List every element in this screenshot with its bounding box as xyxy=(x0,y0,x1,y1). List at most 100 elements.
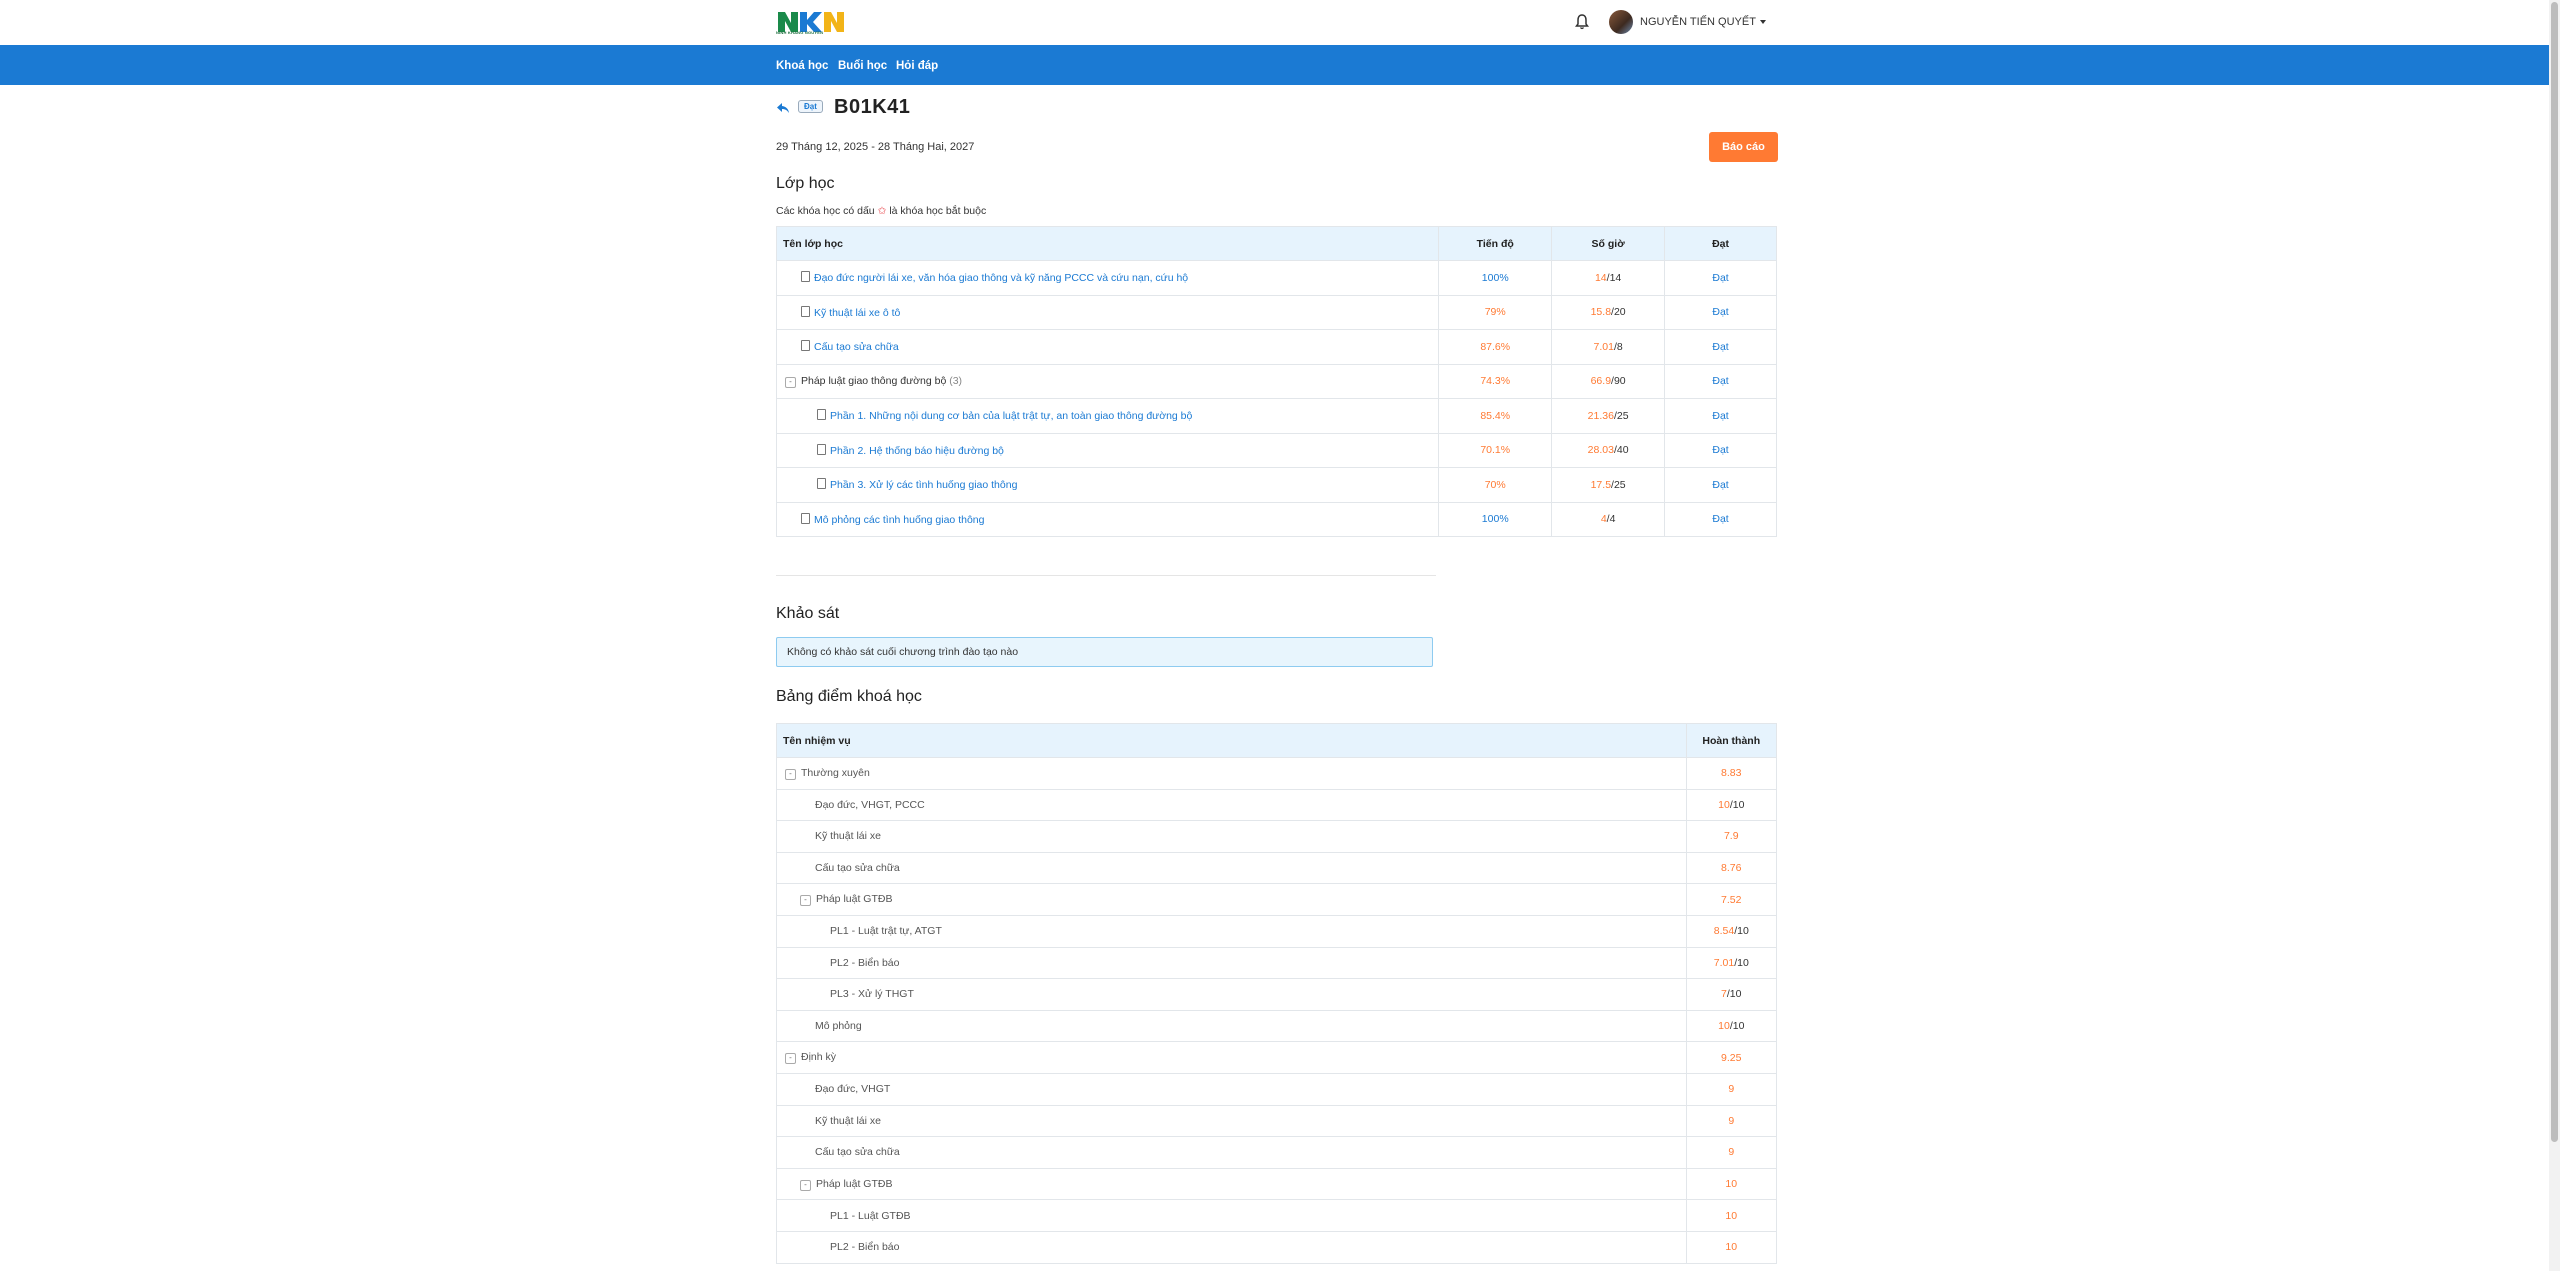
page-scrollbar[interactable] xyxy=(2549,0,2560,1271)
task-name-cell: PL1 - Luật GTĐB xyxy=(776,1199,1687,1232)
task-name: PL3 - Xử lý THGT xyxy=(830,988,914,1001)
main-nav: Khoá học Buổi học Hỏi đáp xyxy=(0,45,2560,85)
hours-done: 21.36 xyxy=(1587,409,1614,422)
class-link[interactable]: Mô phỏng các tình huống giao thông xyxy=(814,514,984,526)
score-max: /10 xyxy=(1734,956,1749,969)
score-value: 10 xyxy=(1725,1241,1738,1254)
section-divider xyxy=(776,575,1436,576)
back-arrow-icon[interactable] xyxy=(776,102,790,114)
class-group-name[interactable]: Pháp luật giao thông đường bộ xyxy=(801,375,946,387)
hours-total: /4 xyxy=(1606,513,1616,526)
table-row: - Pháp luật giao thông đường bộ (3) 74.3% 6… xyxy=(775,363,1777,399)
table-row: Phần 1. Những nội dung cơ bản của luật t… xyxy=(775,398,1777,434)
hours-cell: 21.36/25 xyxy=(1551,398,1666,434)
class-link[interactable]: Phần 2. Hệ thống báo hiệu đường bộ xyxy=(830,445,1004,457)
table-row: Kỹ thuật lái xe ô tô 79% 15.8/20 Đạt xyxy=(775,294,1777,330)
class-link[interactable]: Đạo đức người lái xe, văn hóa giao thông… xyxy=(814,272,1188,284)
collapse-toggle-icon[interactable]: - xyxy=(785,376,796,388)
table-row: - Pháp luật GTĐB 10 xyxy=(776,1167,1778,1201)
status-badge: Đạt xyxy=(798,100,823,113)
bell-icon[interactable] xyxy=(1573,13,1591,31)
task-name: PL1 - Luật GTĐB xyxy=(830,1209,911,1222)
task-name-cell: PL1 - Luật trật tự, ATGT xyxy=(776,914,1687,948)
class-name-cell: Phần 2. Hệ thống báo hiệu đường bộ xyxy=(775,432,1440,468)
table-row: PL1 - Luật GTĐB 10 xyxy=(776,1199,1778,1232)
task-name-cell: Kỹ thuật lái xe xyxy=(776,1104,1687,1138)
task-name: Kỹ thuật lái xe xyxy=(815,1114,881,1127)
nav-qa[interactable]: Hỏi đáp xyxy=(896,60,938,72)
collapse-toggle-icon[interactable]: - xyxy=(800,895,811,907)
progress-cell: 100% xyxy=(1438,501,1553,537)
scrollbar-thumb[interactable] xyxy=(2551,2,2558,1142)
score-value: 8.54 xyxy=(1713,925,1735,938)
top-header: NINH KHANG NGUYEN NGUYỄN TIẾN QUYẾT xyxy=(0,0,2560,45)
completion-cell: 10/10 xyxy=(1685,788,1778,822)
score-value: 9 xyxy=(1728,1114,1735,1127)
collapse-toggle-icon[interactable]: - xyxy=(785,1053,796,1065)
pass-cell: Đạt xyxy=(1664,398,1777,434)
hours-total: /90 xyxy=(1611,375,1626,388)
class-name-cell: Kỹ thuật lái xe ô tô xyxy=(775,294,1440,330)
hours-done: 17.5 xyxy=(1590,478,1612,491)
score-max: /10 xyxy=(1734,925,1749,938)
score-value: 10 xyxy=(1725,1178,1738,1191)
task-name-cell: Cấu tạo sửa chữa xyxy=(776,851,1687,885)
class-link[interactable]: Phần 1. Những nội dung cơ bản của luật t… xyxy=(830,410,1192,422)
task-name-cell: - Pháp luật GTĐB xyxy=(776,883,1687,916)
score-value: 9 xyxy=(1728,1083,1735,1096)
task-name-cell: - Thường xuyên xyxy=(776,757,1687,790)
pass-cell: Đạt xyxy=(1664,363,1777,399)
hours-total: /40 xyxy=(1613,444,1629,457)
table-row: Cấu tạo sửa chữa 8.76 xyxy=(776,851,1778,885)
avatar[interactable] xyxy=(1609,10,1633,34)
score-value: 7.9 xyxy=(1723,830,1739,843)
task-name: Định kỳ xyxy=(801,1051,837,1064)
table-row: Đạo đức, VHGT 9 xyxy=(776,1072,1778,1106)
nav-sessions[interactable]: Buổi học xyxy=(838,60,887,72)
progress-cell: 70.1% xyxy=(1438,432,1553,468)
table-row: PL3 - Xử lý THGT 7/10 xyxy=(776,978,1778,1011)
hours-done: 7.01 xyxy=(1593,340,1614,353)
completion-cell: 9 xyxy=(1685,1136,1778,1169)
hours-cell: 14/14 xyxy=(1551,260,1666,296)
document-icon xyxy=(801,271,810,283)
user-menu[interactable]: NGUYỄN TIẾN QUYẾT xyxy=(1640,16,1766,28)
collapse-toggle-icon[interactable]: - xyxy=(800,1179,811,1191)
required-note-before: Các khóa học có dấu xyxy=(776,205,875,217)
table-row: PL2 - Biển báo 7.01/10 xyxy=(776,946,1778,980)
task-name: Mô phỏng xyxy=(815,1020,862,1033)
table-row: Đạo đức, VHGT, PCCC 10/10 xyxy=(776,788,1778,822)
class-name-cell: Phần 1. Những nội dung cơ bản của luật t… xyxy=(775,398,1440,434)
task-name: Cấu tạo sửa chữa xyxy=(815,862,900,875)
task-name: PL2 - Biển báo xyxy=(830,956,900,969)
task-name: Kỹ thuật lái xe xyxy=(815,830,881,843)
classes-section-title: Lớp học xyxy=(776,175,835,192)
hours-cell: 17.5/25 xyxy=(1551,467,1666,503)
task-name-cell: PL2 - Biển báo xyxy=(776,1230,1687,1264)
col-task-name: Tên nhiệm vụ xyxy=(776,723,1687,758)
table-row: PL2 - Biển báo 10 xyxy=(776,1230,1778,1264)
table-header-row: Tên lớp học Tiến độ Số giờ Đạt xyxy=(775,226,1777,261)
report-button[interactable]: Báo cáo xyxy=(1709,132,1778,162)
collapse-toggle-icon[interactable]: - xyxy=(785,768,796,780)
class-link[interactable]: Cấu tạo sửa chữa xyxy=(814,341,899,353)
class-link[interactable]: Kỹ thuật lái xe ô tô xyxy=(814,307,900,319)
survey-empty-alert: Không có khảo sát cuối chương trình đào … xyxy=(776,637,1433,667)
completion-cell: 10 xyxy=(1685,1230,1778,1264)
score-value: 9 xyxy=(1728,1146,1735,1159)
hours-total: /8 xyxy=(1613,340,1623,353)
class-group-count: (3) xyxy=(949,374,963,387)
table-row: Cấu tạo sửa chữa 9 xyxy=(776,1136,1778,1169)
hours-total: /14 xyxy=(1606,271,1622,284)
hours-cell: 7.01/8 xyxy=(1551,329,1666,365)
task-name: Pháp luật GTĐB xyxy=(816,893,893,906)
class-name-cell: Mô phỏng các tình huống giao thông xyxy=(775,501,1440,537)
table-row: Kỹ thuật lái xe 7.9 xyxy=(776,820,1778,853)
class-link[interactable]: Phần 3. Xử lý các tình huống giao thông xyxy=(830,479,1017,491)
score-value: 9.25 xyxy=(1721,1051,1742,1064)
pass-cell: Đạt xyxy=(1664,329,1777,365)
completion-cell: 10 xyxy=(1685,1199,1778,1232)
col-pass: Đạt xyxy=(1664,226,1777,261)
hours-done: 28.03 xyxy=(1587,444,1614,457)
nav-courses[interactable]: Khoá học xyxy=(776,60,828,72)
